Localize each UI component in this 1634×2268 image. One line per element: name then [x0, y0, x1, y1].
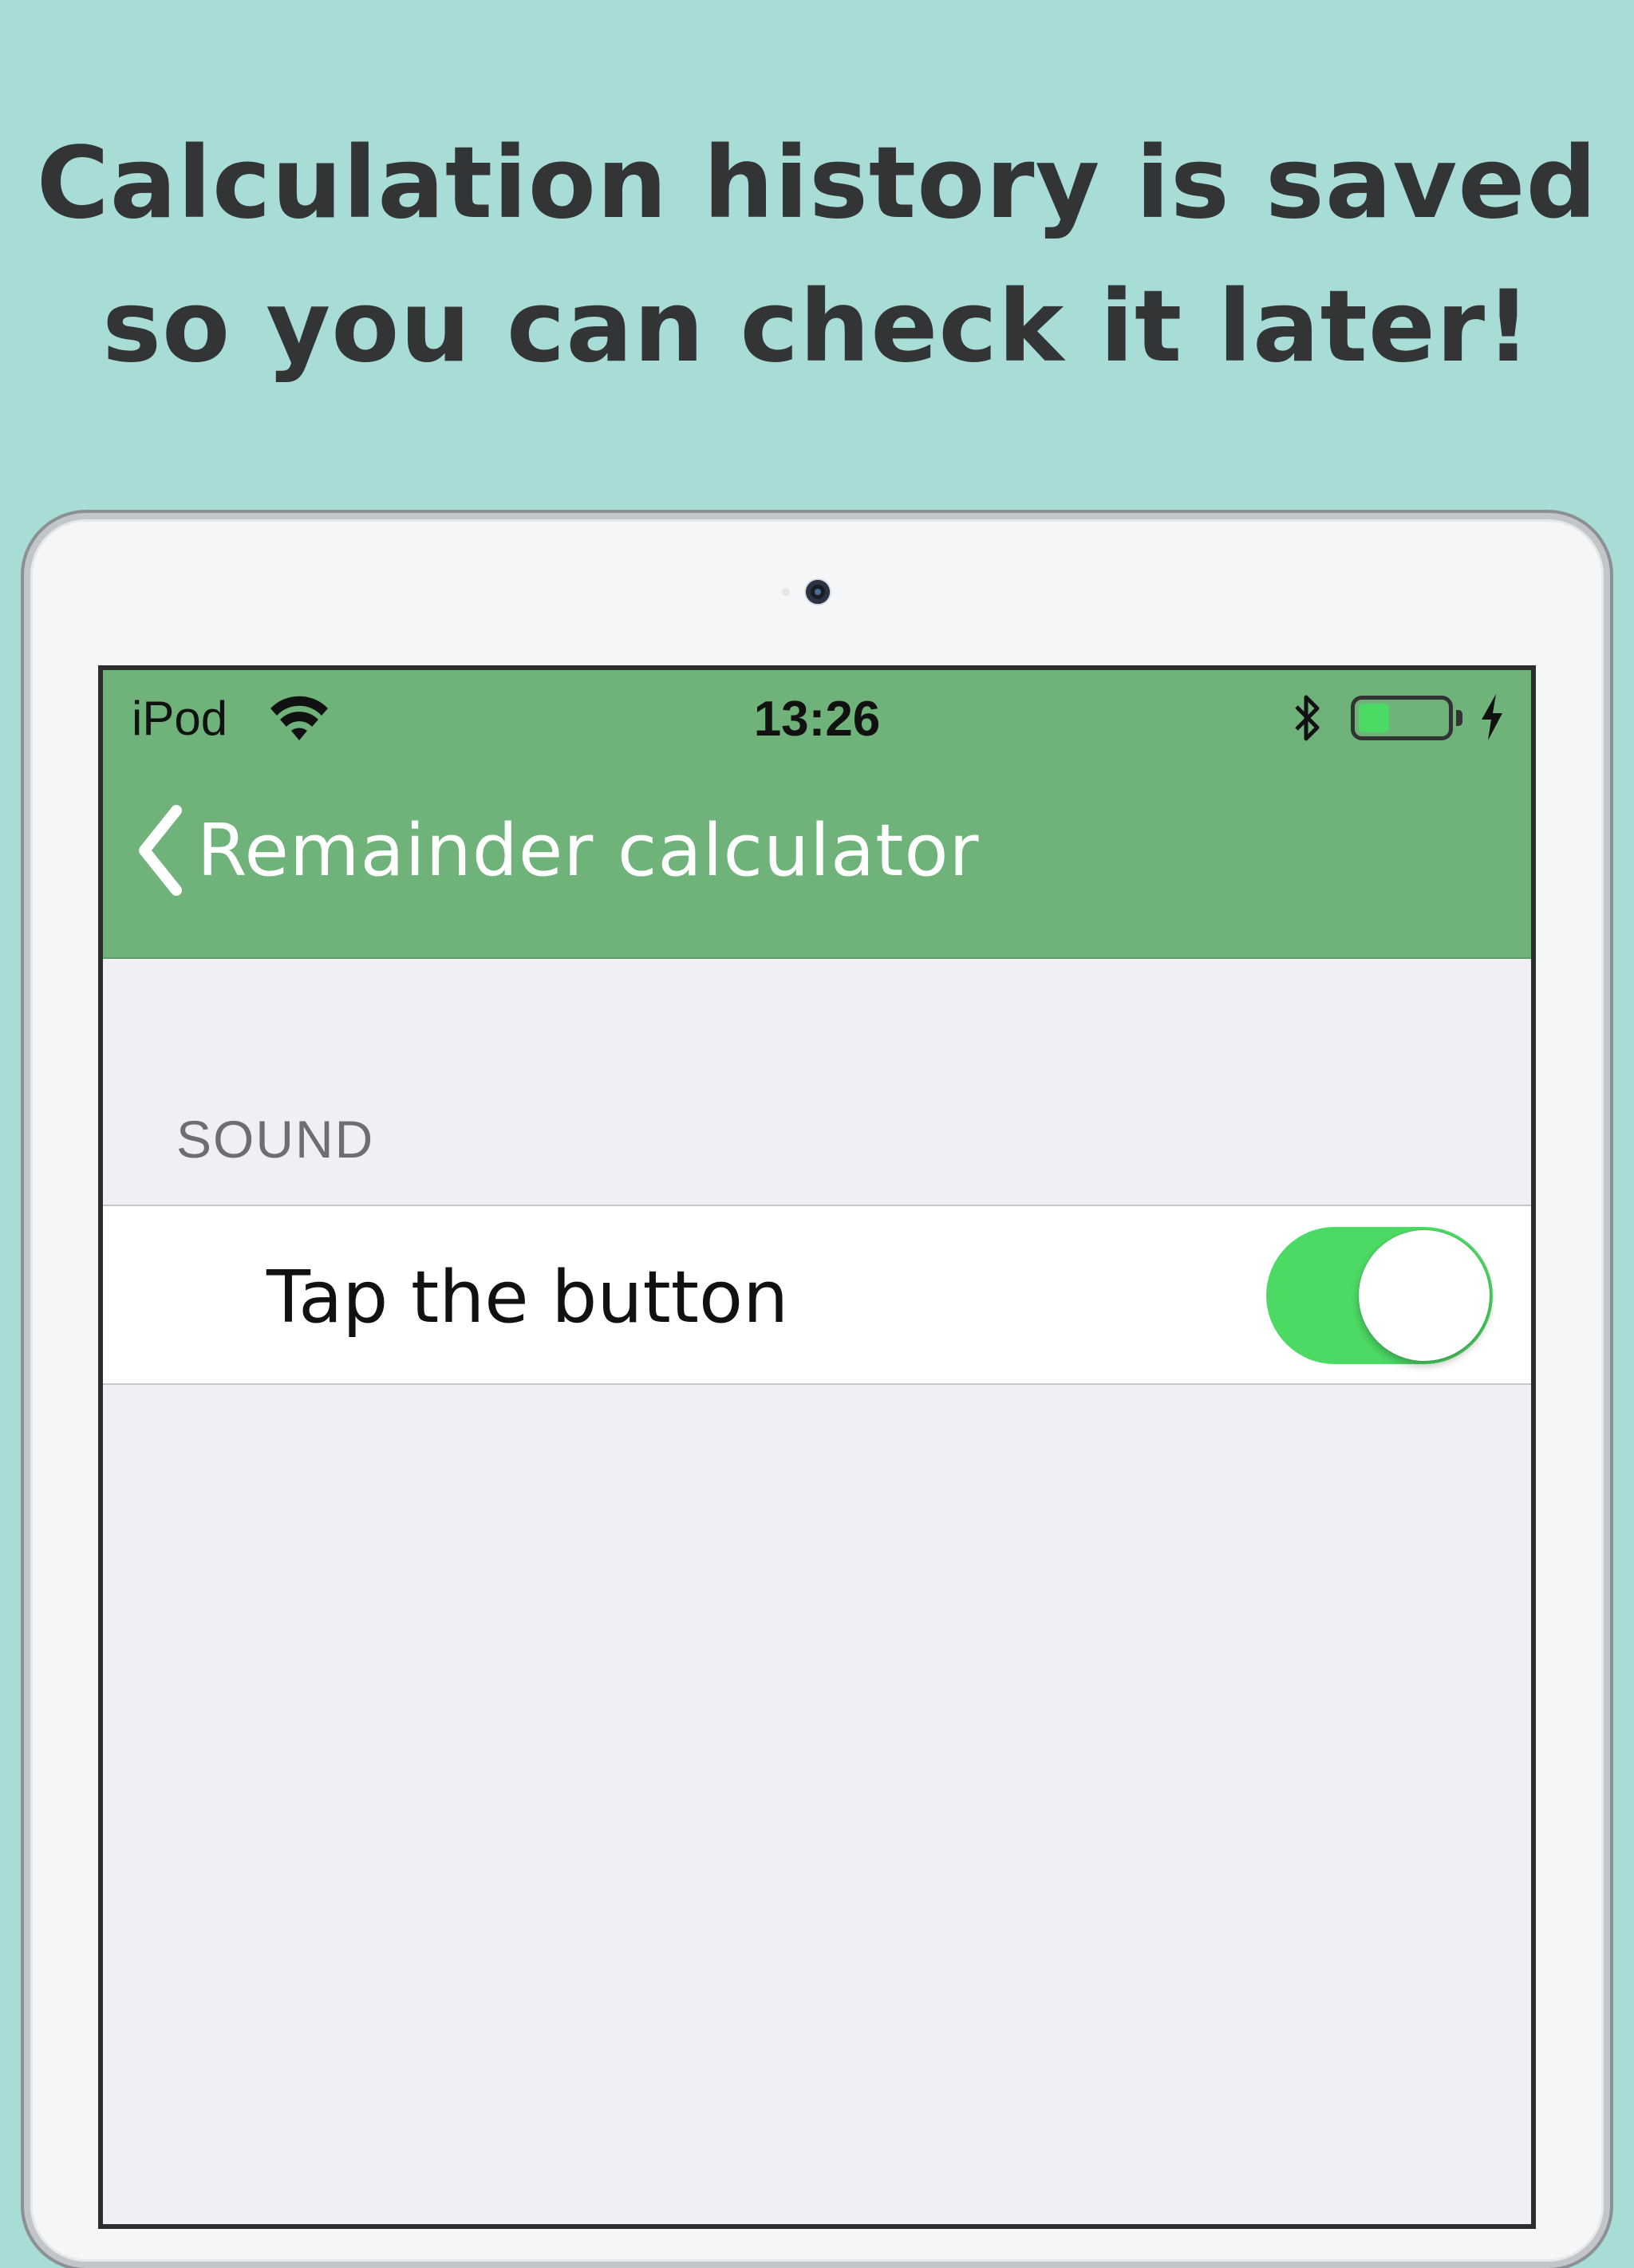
status-bar: iPod 13:26 — [103, 670, 1531, 766]
promo-headline-line2: so you can check it later! — [102, 270, 1532, 385]
promo-headline-line1: Calculation history is saved — [36, 126, 1598, 241]
toggle-knob — [1359, 1230, 1490, 1361]
chevron-left-icon — [139, 805, 182, 896]
battery-tip — [1456, 710, 1462, 726]
charging-bolt-icon — [1482, 694, 1502, 740]
navigation-bar: Remainder calculator — [103, 766, 1531, 959]
front-camera — [806, 580, 830, 604]
battery-level-fill — [1359, 704, 1389, 732]
promo-headline: Calculation history is saved so you can … — [0, 112, 1634, 399]
tap-sound-toggle[interactable] — [1266, 1227, 1493, 1364]
back-button[interactable]: Remainder calculator — [135, 795, 980, 906]
front-sensor — [782, 588, 790, 596]
device-screen: iPod 13:26 Remainder calculator SOUND Ta… — [98, 665, 1536, 2229]
bluetooth-icon — [1295, 695, 1320, 741]
settings-row-tap-sound: Tap the button — [103, 1205, 1531, 1385]
settings-row-label: Tap the button — [266, 1256, 789, 1339]
battery-icon — [1351, 696, 1453, 740]
back-button-label: Remainder calculator — [197, 808, 980, 893]
section-header-sound: SOUND — [176, 1110, 375, 1169]
